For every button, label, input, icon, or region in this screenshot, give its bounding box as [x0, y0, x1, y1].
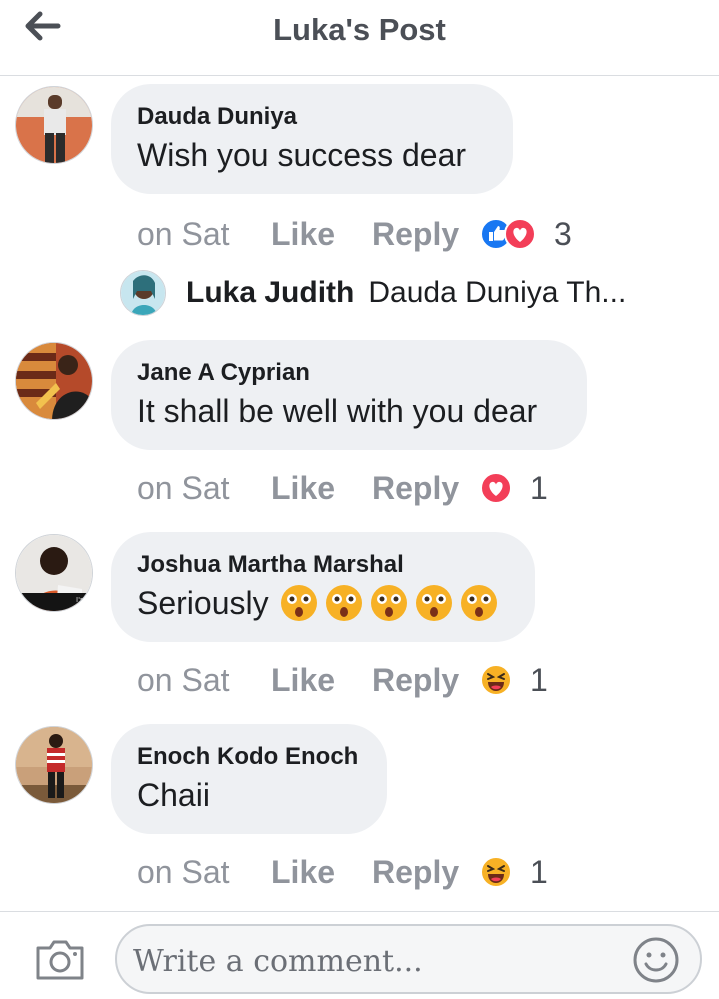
comment-input[interactable] [131, 936, 625, 986]
reaction-summary[interactable]: 1 [480, 662, 548, 699]
avatar[interactable]: I'm God FAVO [15, 534, 93, 612]
comment-composer [0, 911, 719, 999]
reply-button[interactable]: Reply [372, 662, 480, 699]
smiley-icon [633, 937, 679, 983]
comment-text-body: Seriously [137, 585, 269, 621]
reply-preview[interactable]: Luka Judith Dauda Duniya Th... [120, 268, 626, 318]
comment-author[interactable]: Jane A Cyprian [137, 358, 559, 388]
astonished-face-icon [280, 585, 317, 621]
haha-reaction-icon [480, 856, 512, 888]
reply-text: Dauda Duniya Th... [368, 276, 627, 309]
avatar [120, 270, 166, 316]
like-button[interactable]: Like [271, 662, 372, 699]
reaction-summary[interactable]: 1 [480, 854, 548, 891]
astonished-face-icon [460, 585, 497, 621]
emoji-button[interactable] [632, 936, 680, 984]
avatar-image [16, 87, 92, 163]
avatar-image [16, 727, 92, 803]
comment-actions: on Sat Like Reply 1 [137, 468, 548, 508]
reply-button[interactable]: Reply [372, 854, 480, 891]
love-reaction-icon [480, 472, 512, 504]
reaction-count: 1 [530, 661, 548, 698]
comment-bubble[interactable]: Jane A Cyprian It shall be well with you… [111, 340, 587, 450]
astonished-face-icon [415, 585, 452, 621]
comment-time[interactable]: on Sat [137, 662, 271, 699]
camera-icon [36, 940, 84, 980]
reaction-count: 1 [530, 469, 548, 506]
comment-text: Seriously [137, 580, 507, 626]
comment-time[interactable]: on Sat [137, 216, 271, 253]
comment-actions: on Sat Like Reply 1 [137, 852, 548, 892]
reaction-summary[interactable]: 1 [480, 470, 548, 507]
avatar[interactable] [15, 342, 93, 420]
comment-author[interactable]: Enoch Kodo Enoch [137, 742, 359, 772]
avatar[interactable] [15, 726, 93, 804]
reply-button[interactable]: Reply [372, 470, 480, 507]
comment-actions: on Sat Like Reply 1 [137, 660, 548, 700]
reply-button[interactable]: Reply [372, 216, 480, 253]
header: Luka's Post [0, 0, 719, 76]
avatar[interactable] [15, 86, 93, 164]
comment-time[interactable]: on Sat [137, 854, 271, 891]
comment-bubble[interactable]: Dauda Duniya Wish you success dear [111, 84, 513, 194]
comment-text: It shall be well with you dear [137, 393, 538, 429]
comment-author[interactable]: Joshua Martha Marshal [137, 550, 507, 580]
avatar-image [16, 343, 92, 419]
avatar-caption: I'm God FAVO [76, 596, 93, 604]
emoji-row [273, 584, 498, 622]
astonished-face-icon [370, 585, 407, 621]
like-button[interactable]: Like [271, 216, 372, 253]
comment-text: Wish you success dear [137, 137, 467, 173]
reaction-count: 1 [530, 853, 548, 890]
astonished-face-icon [325, 585, 362, 621]
haha-reaction-icon [480, 664, 512, 696]
page-title: Luka's Post [273, 12, 446, 47]
reaction-count: 3 [554, 215, 572, 252]
comment-bubble[interactable]: Joshua Martha Marshal Seriously [111, 532, 535, 642]
like-button[interactable]: Like [271, 470, 372, 507]
reply-author[interactable]: Luka Judith [186, 276, 354, 310]
camera-button[interactable] [34, 936, 86, 982]
comment-bubble[interactable]: Enoch Kodo Enoch Chaii [111, 724, 387, 834]
comment-time[interactable]: on Sat [137, 470, 271, 507]
comment-input-wrapper [115, 924, 702, 994]
reaction-summary[interactable]: 3 [480, 216, 572, 253]
comment-actions: on Sat Like Reply 3 [137, 214, 572, 254]
comment-author[interactable]: Dauda Duniya [137, 102, 485, 132]
love-reaction-icon [504, 218, 536, 250]
avatar-image: I'm God FAVO [16, 535, 93, 611]
like-button[interactable]: Like [271, 854, 372, 891]
comment-text: Chaii [137, 777, 210, 813]
